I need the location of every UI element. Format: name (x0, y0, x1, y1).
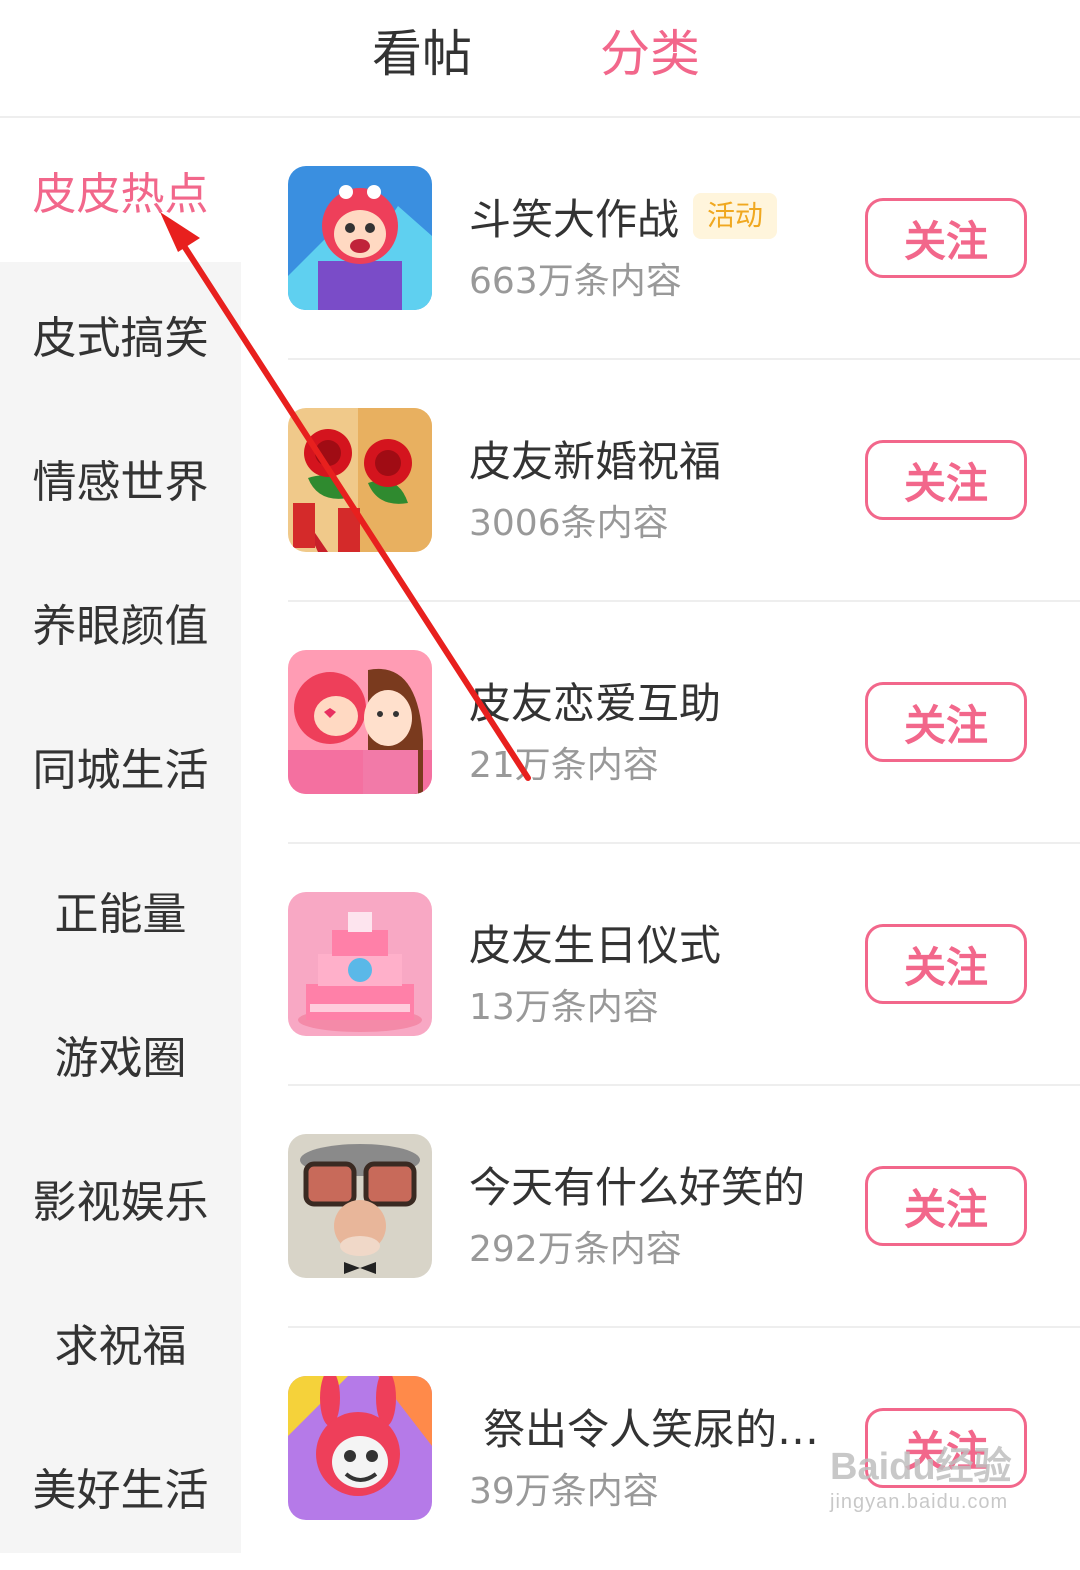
sidebar-item-hot[interactable]: 皮皮热点 (0, 118, 241, 262)
topic-row[interactable]: 皮友恋爱互助 21万条内容 关注 (288, 602, 1080, 844)
topic-post-count: 292万条内容 (469, 1229, 682, 1270)
topic-title: 斗笑大作战 (469, 194, 680, 244)
follow-button[interactable]: 关注 (865, 440, 1027, 520)
topic-row[interactable]: 皮友生日仪式 13万条内容 关注 (288, 844, 1080, 1086)
topic-post-count: 13万条内容 (469, 987, 659, 1028)
topic-post-count: 21万条内容 (469, 745, 659, 786)
couple-kiss-icon (288, 650, 432, 794)
topic-post-count: 663万条内容 (469, 261, 682, 302)
cartoon-mascot-icon (288, 166, 432, 310)
topic-row[interactable]: 皮友新婚祝福 3006条内容 关注 (288, 360, 1080, 602)
topic-title: 皮友生日仪式 (469, 920, 722, 970)
topic-list: 斗笑大作战 活动 663万条内容 关注 皮友新婚祝福 3006条内容 关注 皮友… (241, 118, 1080, 1553)
topic-title: 祭出令人笑尿的… (483, 1404, 820, 1454)
birthday-cake-icon (288, 892, 432, 1036)
category-sidebar: 皮皮热点 皮式搞笑 情感世界 养眼颜值 同城生活 正能量 游戏圈 影视娱乐 求祝… (0, 118, 241, 1553)
topic-post-count: 39万条内容 (469, 1471, 659, 1512)
event-badge: 活动 (693, 193, 778, 239)
red-roses-icon (288, 408, 432, 552)
sidebar-item-blessings[interactable]: 求祝福 (0, 1270, 241, 1414)
topic-title: 皮友恋爱互助 (469, 678, 722, 728)
sidebar-item-positive-energy[interactable]: 正能量 (0, 838, 241, 982)
follow-button[interactable]: 关注 (865, 924, 1027, 1004)
follow-button[interactable]: 关注 (865, 1166, 1027, 1246)
topic-row[interactable]: 斗笑大作战 活动 663万条内容 关注 (288, 118, 1080, 360)
sidebar-item-funny[interactable]: 皮式搞笑 (0, 262, 241, 406)
sidebar-item-local-life[interactable]: 同城生活 (0, 694, 241, 838)
topic-title: 皮友新婚祝福 (469, 436, 722, 486)
topic-row[interactable]: 今天有什么好笑的 292万条内容 关注 (288, 1086, 1080, 1328)
follow-button[interactable]: 关注 (865, 682, 1027, 762)
topic-post-count: 3006条内容 (469, 503, 669, 544)
sidebar-item-entertainment[interactable]: 影视娱乐 (0, 1126, 241, 1270)
sidebar-item-games[interactable]: 游戏圈 (0, 982, 241, 1126)
follow-button[interactable]: 关注 (865, 1408, 1027, 1488)
topic-row[interactable]: 祭出令人笑尿的… 39万条内容 关注 (288, 1328, 1080, 1570)
funny-glasses-face-icon (288, 1134, 432, 1278)
sidebar-item-emotion[interactable]: 情感世界 (0, 406, 241, 550)
top-tab-bar: 看帖 分类 (0, 0, 1080, 118)
sidebar-item-beauty[interactable]: 养眼颜值 (0, 550, 241, 694)
tab-categories[interactable]: 分类 (600, 22, 700, 86)
tab-browse-posts[interactable]: 看帖 (372, 22, 472, 86)
follow-button[interactable]: 关注 (865, 198, 1027, 278)
sidebar-item-good-life[interactable]: 美好生活 (0, 1414, 241, 1558)
bunny-mascot-icon (288, 1376, 432, 1520)
topic-title: 今天有什么好笑的 (469, 1162, 806, 1212)
